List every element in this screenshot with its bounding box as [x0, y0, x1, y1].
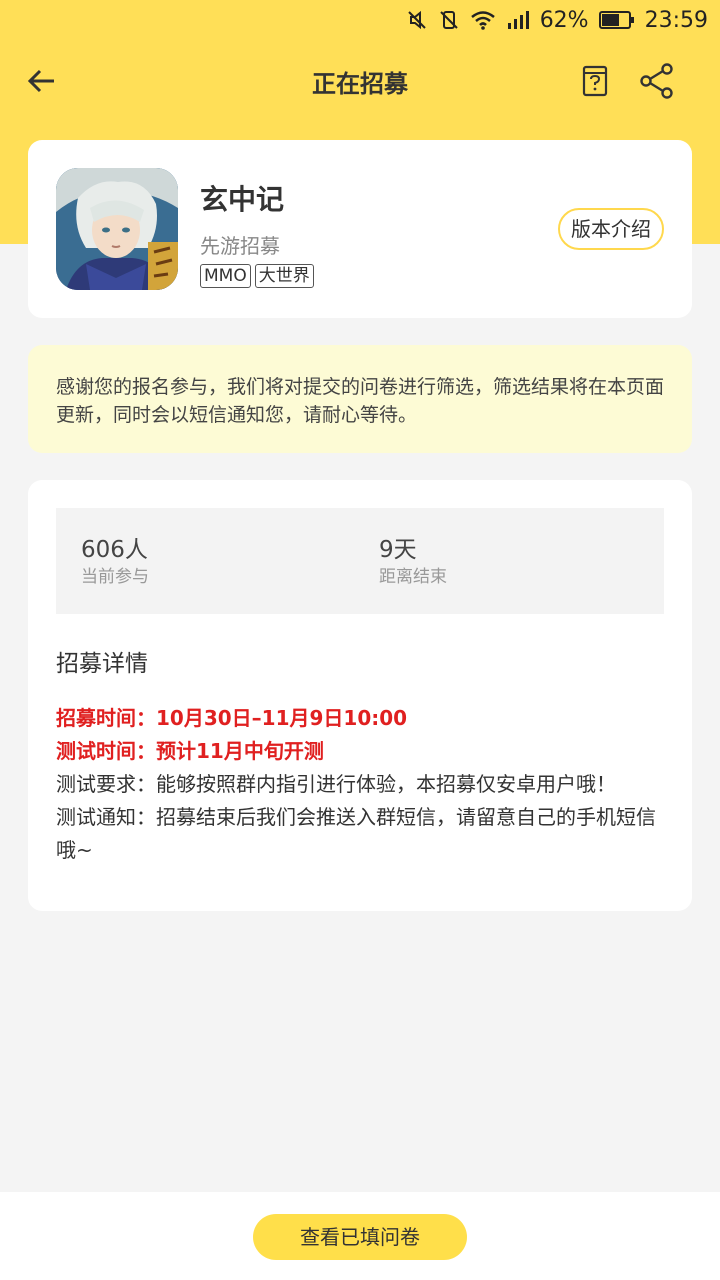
- test-time: 测试时间：预计11月中旬开测: [56, 739, 324, 763]
- signal-icon: [506, 9, 530, 31]
- help-document-icon: [582, 65, 608, 97]
- test-notice: 测试通知：招募结束后我们会推送入群短信，请留意自己的手机短信哦~: [56, 805, 656, 862]
- tag-mmo: MMO: [200, 264, 251, 288]
- game-icon: [56, 168, 178, 290]
- game-card[interactable]: 玄中记 先游招募 MMO 大世界 版本介绍: [28, 140, 692, 318]
- tag-open-world: 大世界: [254, 264, 314, 288]
- game-subtitle: 先游招募: [200, 234, 280, 258]
- vibrate-off-icon: [438, 9, 460, 31]
- participants-value: 606人: [81, 537, 148, 563]
- recruit-time: 招募时间：10月30日–11月9日10:00: [56, 706, 408, 730]
- share-button[interactable]: [638, 62, 676, 100]
- days-left-stat: 9天 距离结束: [379, 536, 447, 590]
- page: 62% 23:59 正在招募 玄中记 先游招募 MMO 大世界 版本介绍 感谢您…: [0, 0, 720, 1280]
- days-left-label: 距离结束: [379, 567, 447, 587]
- status-bar: 62% 23:59: [0, 0, 720, 40]
- detail-title: 招募详情: [56, 651, 148, 677]
- game-name: 玄中记: [200, 183, 285, 216]
- help-button[interactable]: [580, 64, 610, 98]
- clock: 23:59: [644, 7, 708, 33]
- wifi-icon: [470, 9, 496, 31]
- mute-icon: [406, 9, 428, 31]
- view-submitted-questionnaire-button[interactable]: 查看已填问卷: [253, 1214, 467, 1260]
- participants-label: 当前参与: [81, 567, 149, 587]
- version-intro-button[interactable]: 版本介绍: [558, 208, 664, 250]
- test-requirement: 测试要求：能够按照群内指引进行体验，本招募仅安卓用户哦！: [56, 772, 616, 796]
- battery-icon: [598, 10, 635, 30]
- participants-stat: 606人 当前参与: [81, 536, 149, 590]
- battery-percent: 62%: [539, 7, 589, 33]
- stats-box: 606人 当前参与 9天 距离结束: [56, 508, 664, 614]
- game-tags: MMO 大世界: [200, 264, 314, 288]
- page-title: 正在招募: [312, 70, 408, 98]
- bottom-bar: 查看已填问卷: [0, 1192, 720, 1280]
- recruit-detail-card: 606人 当前参与 9天 距离结束 招募详情 招募时间：10月30日–11月9日…: [28, 480, 692, 911]
- days-left-value: 9天: [379, 537, 417, 563]
- toolbar: 正在招募: [0, 50, 720, 112]
- notice-banner: 感谢您的报名参与，我们将对提交的问卷进行筛选，筛选结果将在本页面更新，同时会以短…: [28, 345, 692, 453]
- detail-lines: 招募时间：10月30日–11月9日10:00 测试时间：预计11月中旬开测 测试…: [56, 702, 672, 867]
- share-icon: [640, 63, 673, 99]
